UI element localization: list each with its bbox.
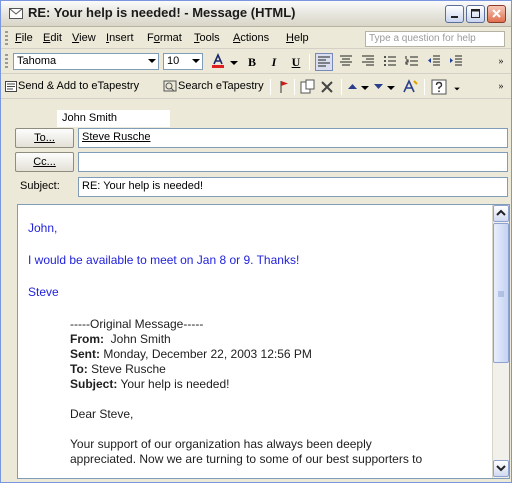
subject-field[interactable]: RE: Your help is needed! bbox=[78, 177, 508, 197]
delete-icon[interactable] bbox=[319, 79, 335, 98]
menu-edit[interactable]: Edit bbox=[43, 32, 62, 44]
recipient-tooltip: John Smith bbox=[57, 110, 170, 127]
search-icon bbox=[163, 79, 178, 97]
chevron-down-icon[interactable] bbox=[387, 86, 395, 90]
original-sent: Sent: Monday, December 22, 2003 12:56 PM bbox=[70, 347, 312, 361]
next-item-icon[interactable] bbox=[373, 81, 384, 95]
chevron-up-icon bbox=[496, 209, 506, 216]
envelope-icon bbox=[9, 8, 23, 19]
menu-help[interactable]: Help bbox=[286, 32, 309, 44]
help-search-input[interactable]: Type a question for help bbox=[365, 31, 505, 47]
decrease-indent-icon bbox=[428, 55, 440, 66]
decrease-indent-button[interactable] bbox=[425, 53, 443, 71]
title-bar[interactable]: RE: Your help is needed! - Message (HTML… bbox=[1, 1, 511, 27]
chevron-down-icon bbox=[148, 59, 156, 63]
reply-signature: Steve bbox=[28, 285, 59, 299]
message-content: John, I would be available to meet on Ja… bbox=[28, 221, 493, 467]
toolbar-overflow-icon[interactable]: » bbox=[495, 78, 507, 96]
bulleted-list-button[interactable] bbox=[381, 53, 399, 71]
menu-file[interactable]: File bbox=[15, 32, 33, 44]
numbered-list-icon bbox=[405, 56, 418, 66]
bold-button[interactable]: B bbox=[243, 53, 261, 71]
toolbar-grip-icon[interactable] bbox=[5, 31, 8, 46]
menu-actions[interactable]: Actions bbox=[233, 32, 269, 44]
original-paragraph-line: Your support of our organization has alw… bbox=[70, 437, 372, 451]
chevron-down-icon[interactable] bbox=[230, 61, 238, 65]
vertical-scrollbar[interactable] bbox=[492, 205, 509, 478]
original-from: From: John Smith bbox=[70, 332, 171, 346]
font-name-select[interactable]: Tahoma bbox=[13, 53, 159, 70]
font-color-icon bbox=[212, 53, 224, 68]
search-etapestry-button[interactable]: Search eTapestry bbox=[178, 80, 264, 92]
send-add-etapestry-button[interactable]: Send & Add to eTapestry bbox=[18, 80, 139, 92]
original-subject: Subject: Your help is needed! bbox=[70, 377, 230, 391]
minimize-button[interactable] bbox=[445, 5, 464, 23]
toolbar-separator bbox=[341, 79, 342, 95]
original-to: To: Steve Rusche bbox=[70, 362, 166, 376]
chevron-down-icon[interactable] bbox=[454, 87, 460, 91]
to-button[interactable]: To... bbox=[15, 128, 74, 148]
menu-tools[interactable]: Tools bbox=[194, 32, 220, 44]
previous-item-icon[interactable] bbox=[347, 81, 358, 95]
close-button[interactable] bbox=[487, 5, 506, 23]
menu-format[interactable]: Format bbox=[147, 32, 182, 44]
scroll-thumb[interactable] bbox=[493, 223, 509, 363]
underline-button[interactable]: U bbox=[287, 53, 305, 71]
window-title: RE: Your help is needed! - Message (HTML… bbox=[28, 5, 296, 20]
send-icon bbox=[5, 81, 17, 95]
to-field[interactable]: Steve Rusche bbox=[78, 128, 508, 148]
etapestry-toolbar: Send & Add to eTapestry Search eTapestry bbox=[1, 75, 511, 99]
align-center-icon bbox=[340, 55, 352, 66]
italic-button[interactable]: I bbox=[265, 53, 283, 71]
message-window: RE: Your help is needed! - Message (HTML… bbox=[0, 0, 512, 483]
chevron-down-icon[interactable] bbox=[361, 86, 369, 90]
menu-view[interactable]: View bbox=[72, 32, 96, 44]
scroll-up-button[interactable] bbox=[493, 205, 509, 222]
scroll-down-button[interactable] bbox=[493, 460, 509, 477]
toolbar-separator bbox=[309, 54, 310, 70]
menu-insert[interactable]: Insert bbox=[106, 32, 134, 44]
reply-body: I would be available to meet on Jan 8 or… bbox=[28, 253, 300, 267]
align-left-button[interactable] bbox=[315, 53, 333, 71]
bulleted-list-icon bbox=[384, 56, 396, 66]
toolbar-overflow-icon[interactable]: » bbox=[495, 53, 507, 71]
original-paragraph-line: appreciated. Now we are turning to some … bbox=[70, 452, 423, 466]
options-icon[interactable] bbox=[300, 79, 316, 98]
subject-label: Subject: bbox=[20, 180, 60, 192]
chevron-down-icon bbox=[192, 59, 200, 63]
message-body[interactable]: John, I would be available to meet on Ja… bbox=[17, 204, 510, 479]
maximize-button[interactable] bbox=[466, 5, 485, 23]
increase-indent-icon bbox=[450, 55, 462, 66]
grip-lines-icon bbox=[498, 291, 504, 297]
menu-bar: File Edit View Insert Format Tools Actio… bbox=[1, 28, 511, 49]
reply-greeting: John, bbox=[28, 221, 58, 235]
original-message: -----Original Message----- From: John Sm… bbox=[70, 317, 493, 467]
align-left-icon bbox=[318, 56, 330, 67]
font-style-icon[interactable] bbox=[401, 78, 419, 99]
toolbar-separator bbox=[294, 79, 295, 95]
align-right-button[interactable] bbox=[359, 53, 377, 71]
original-header: -----Original Message----- bbox=[70, 317, 204, 331]
font-color-button[interactable] bbox=[209, 52, 227, 70]
chevron-down-icon bbox=[496, 465, 506, 472]
formatting-toolbar: Tahoma 10 B I U » bbox=[1, 50, 511, 74]
toolbar-grip-icon[interactable] bbox=[5, 54, 8, 69]
original-greeting: Dear Steve, bbox=[70, 407, 134, 421]
align-right-icon bbox=[362, 55, 374, 66]
font-size-select[interactable]: 10 bbox=[163, 53, 203, 70]
increase-indent-button[interactable] bbox=[447, 53, 465, 71]
toolbar-separator bbox=[270, 79, 271, 95]
cc-button[interactable]: Cc... bbox=[15, 152, 74, 172]
help-icon[interactable] bbox=[431, 79, 447, 98]
flag-icon[interactable] bbox=[277, 79, 291, 98]
align-center-button[interactable] bbox=[337, 53, 355, 71]
numbered-list-button[interactable] bbox=[403, 53, 421, 71]
cc-field[interactable] bbox=[78, 152, 508, 172]
toolbar-separator bbox=[424, 79, 425, 95]
